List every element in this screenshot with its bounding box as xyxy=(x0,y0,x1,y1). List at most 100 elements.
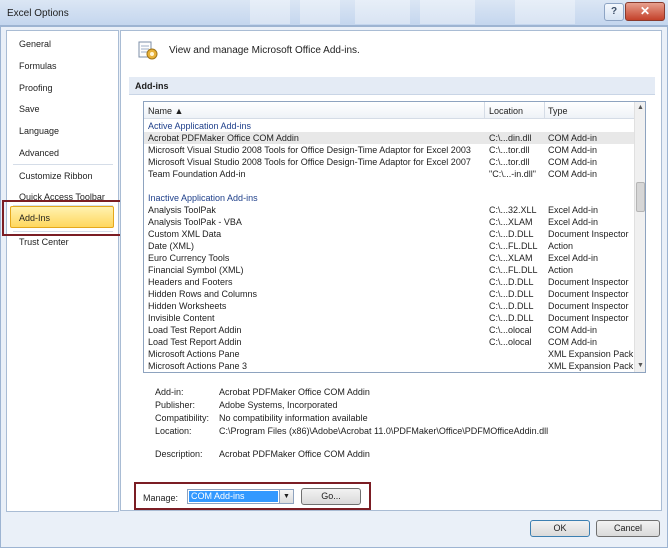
addin-type: Document Inspector xyxy=(548,313,629,323)
list-vertical-scrollbar[interactable]: ▲ ▼ xyxy=(634,102,645,372)
addin-name: Load Test Report Addin xyxy=(148,325,242,335)
addin-type: Document Inspector xyxy=(548,277,629,287)
list-item[interactable]: Headers and Footers C:\...D.DLL Document… xyxy=(144,276,634,288)
addin-type: Action xyxy=(548,265,574,275)
background-ribbon-strip xyxy=(355,0,410,24)
addin-location: C:\...D.DLL xyxy=(489,277,534,287)
addin-type: COM Add-in xyxy=(548,157,598,167)
column-divider[interactable] xyxy=(544,102,545,119)
detail-addin-value: Acrobat PDFMaker Office COM Addin xyxy=(219,387,370,397)
annotation-highlight-box xyxy=(134,482,371,510)
close-button[interactable]: ✕ xyxy=(625,2,665,21)
addin-name: Date (XML) xyxy=(148,241,195,251)
list-item[interactable]: Analysis ToolPak C:\...32.XLL Excel Add-… xyxy=(144,204,634,216)
list-item[interactable]: Hidden Worksheets C:\...D.DLL Document I… xyxy=(144,300,634,312)
list-item[interactable]: Microsoft Actions Pane 3 XML Expansion P… xyxy=(144,360,634,372)
addin-type: COM Add-in xyxy=(548,133,598,143)
addin-location: "C:\...-in.dll" xyxy=(489,169,536,179)
addin-name: Financial Symbol (XML) xyxy=(148,265,244,275)
list-item[interactable]: Microsoft Actions Pane XML Expansion Pac… xyxy=(144,348,634,360)
detail-publisher-label: Publisher: xyxy=(155,400,196,410)
addin-name: Headers and Footers xyxy=(148,277,233,287)
cancel-button[interactable]: Cancel xyxy=(596,520,660,537)
list-item[interactable]: Analysis ToolPak - VBA C:\...XLAM Excel … xyxy=(144,216,634,228)
addin-location: C:\...olocal xyxy=(489,337,532,347)
detail-description-value: Acrobat PDFMaker Office COM Addin xyxy=(219,449,370,459)
addin-type: COM Add-in xyxy=(548,337,598,347)
addin-name: Microsoft Actions Pane xyxy=(148,349,240,359)
sidebar-item-proofing[interactable]: Proofing xyxy=(19,83,53,93)
list-item[interactable]: Load Test Report Addin C:\...olocal COM … xyxy=(144,336,634,348)
list-item[interactable]: Financial Symbol (XML) C:\...FL.DLL Acti… xyxy=(144,264,634,276)
sidebar-item-save[interactable]: Save xyxy=(19,104,40,114)
addin-name: Microsoft Visual Studio 2008 Tools for O… xyxy=(148,145,471,155)
addin-type: COM Add-in xyxy=(548,325,598,335)
list-item[interactable]: Load Test Report Addin C:\...olocal COM … xyxy=(144,324,634,336)
addin-location: C:\...D.DLL xyxy=(489,313,534,323)
addin-name: Microsoft Visual Studio 2008 Tools for O… xyxy=(148,157,471,167)
scroll-thumb[interactable] xyxy=(636,182,645,212)
addin-name: Load Test Report Addin xyxy=(148,337,242,347)
addins-panel: View and manage Microsoft Office Add-ins… xyxy=(120,30,662,511)
addin-type: COM Add-in xyxy=(548,169,598,179)
annotation-highlight-box xyxy=(2,200,124,236)
sidebar-item-trust-center[interactable]: Trust Center xyxy=(19,237,69,247)
addin-type: Action xyxy=(548,241,574,251)
sidebar-item-advanced[interactable]: Advanced xyxy=(19,148,59,158)
addin-name: Acrobat PDFMaker Office COM Addin xyxy=(148,133,299,143)
addin-name: Analysis ToolPak - VBA xyxy=(148,217,242,227)
addin-type: Excel Add-in xyxy=(548,217,599,227)
addins-list[interactable]: Name ▲ Location Type Active Application … xyxy=(143,101,646,373)
list-item[interactable]: Date (XML) C:\...FL.DLL Action xyxy=(144,240,634,252)
ok-button[interactable]: OK xyxy=(530,520,590,537)
help-button[interactable]: ? xyxy=(604,3,624,21)
sidebar-item-customize-ribbon[interactable]: Customize Ribbon xyxy=(19,171,93,181)
group-title-inactive: Inactive Application Add-ins xyxy=(148,193,258,203)
list-item[interactable]: Microsoft Visual Studio 2008 Tools for O… xyxy=(144,144,634,156)
addins-gear-icon xyxy=(138,41,158,60)
addin-type: Excel Add-in xyxy=(548,253,599,263)
column-location[interactable]: Location xyxy=(489,106,523,116)
list-item[interactable]: Microsoft Visual Studio 2008 Tools for O… xyxy=(144,156,634,168)
addin-type: Excel Add-in xyxy=(548,205,599,215)
scroll-down-icon[interactable]: ▼ xyxy=(635,360,645,372)
list-column-header: Name ▲ Location Type xyxy=(144,102,634,119)
group-title-active: Active Application Add-ins xyxy=(148,121,252,131)
background-ribbon-strip xyxy=(250,0,290,24)
background-ribbon-strip xyxy=(515,0,575,24)
addin-location: C:\...32.XLL xyxy=(489,205,537,215)
list-item[interactable]: Invisible Content C:\...D.DLL Document I… xyxy=(144,312,634,324)
options-sidebar: General Formulas Proofing Save Language … xyxy=(6,30,119,512)
detail-description-label: Description: xyxy=(155,449,203,459)
list-item[interactable]: Hidden Rows and Columns C:\...D.DLL Docu… xyxy=(144,288,634,300)
section-title: Add-ins xyxy=(135,81,169,91)
list-item[interactable]: Custom XML Data C:\...D.DLL Document Ins… xyxy=(144,228,634,240)
background-ribbon-strip xyxy=(420,0,475,24)
addin-name: Hidden Worksheets xyxy=(148,301,227,311)
background-ribbon-strip xyxy=(300,0,340,24)
sidebar-item-formulas[interactable]: Formulas xyxy=(19,61,57,71)
addin-location: C:\...D.DLL xyxy=(489,229,534,239)
addin-location: C:\...FL.DLL xyxy=(489,265,538,275)
scroll-up-icon[interactable]: ▲ xyxy=(635,102,645,114)
list-item[interactable]: Euro Currency Tools C:\...XLAM Excel Add… xyxy=(144,252,634,264)
sidebar-item-language[interactable]: Language xyxy=(19,126,59,136)
column-type[interactable]: Type xyxy=(548,106,568,116)
detail-location-value: C:\Program Files (x86)\Adobe\Acrobat 11.… xyxy=(219,426,549,436)
detail-compatibility-value: No compatibility information available xyxy=(219,413,368,423)
addin-name: Custom XML Data xyxy=(148,229,222,239)
addin-location: C:\...XLAM xyxy=(489,253,533,263)
list-item[interactable]: Team Foundation Add-in "C:\...-in.dll" C… xyxy=(144,168,634,180)
addin-type: Document Inspector xyxy=(548,229,629,239)
detail-compatibility-label: Compatibility: xyxy=(155,413,210,423)
addin-name: Analysis ToolPak xyxy=(148,205,216,215)
detail-location-label: Location: xyxy=(155,426,192,436)
sidebar-separator xyxy=(13,164,113,165)
list-item[interactable]: Acrobat PDFMaker Office COM Addin C:\...… xyxy=(144,132,634,144)
addin-type: Document Inspector xyxy=(548,289,629,299)
sidebar-item-general[interactable]: General xyxy=(19,39,51,49)
column-divider[interactable] xyxy=(484,102,485,119)
addin-location: C:\...XLAM xyxy=(489,217,533,227)
column-name[interactable]: Name ▲ xyxy=(148,106,183,116)
addin-type: COM Add-in xyxy=(548,145,598,155)
